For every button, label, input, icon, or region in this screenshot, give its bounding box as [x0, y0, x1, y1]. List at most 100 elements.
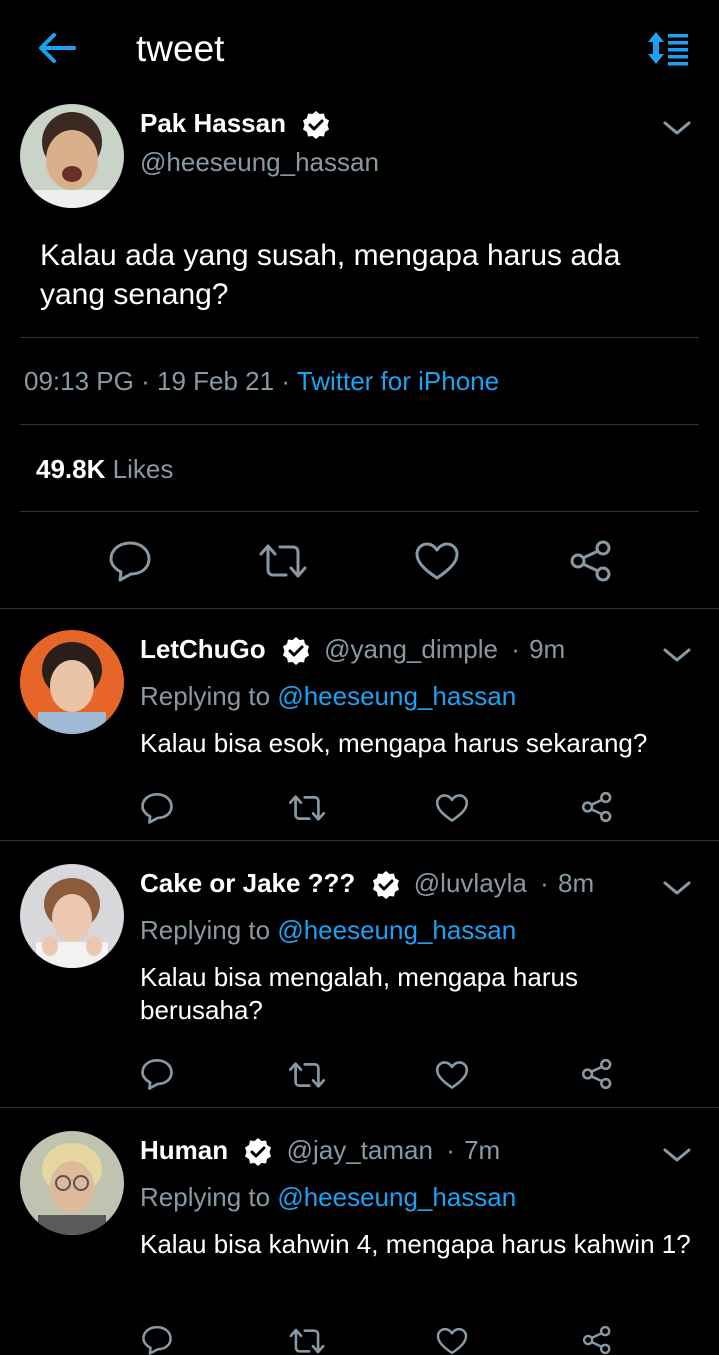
share-icon	[581, 791, 612, 823]
reply-header: Cake or Jake ??? @luvlayla · 8m	[140, 868, 594, 900]
share-icon	[581, 1058, 612, 1090]
reply-author-handle[interactable]: @luvlayla	[414, 868, 527, 898]
likes-label: Likes	[112, 454, 174, 484]
meta-separator: ·	[281, 366, 290, 396]
verified-badge-icon	[245, 1138, 272, 1167]
retweet-icon	[289, 1328, 325, 1354]
reply-text: Kalau bisa mengalah, mengapa harus berus…	[140, 962, 578, 1025]
reply-header: LetChuGo @yang_dimple · 9m	[140, 634, 565, 666]
author-name-text: Pak Hassan	[140, 108, 286, 138]
share-button[interactable]	[580, 1325, 614, 1355]
chevron-down-icon	[663, 648, 691, 662]
app-header: tweet	[0, 0, 719, 100]
divider	[0, 1107, 719, 1108]
tweet-text: Kalau ada yang susah, mengapa harus ada …	[40, 239, 621, 311]
replying-to: Replying to @heeseung_hassan	[140, 1182, 516, 1213]
divider	[20, 511, 699, 512]
tweet-time: 09:13 PG	[24, 366, 134, 396]
like-button[interactable]	[435, 793, 469, 828]
replying-to-mention[interactable]: @heeseung_hassan	[277, 1182, 516, 1212]
chevron-down-icon	[663, 881, 691, 895]
reply-avatar[interactable]	[20, 630, 124, 734]
replying-to-label: Replying to	[140, 915, 271, 945]
reply-text: Kalau bisa kahwin 4, mengapa harus kahwi…	[140, 1229, 691, 1259]
reply-author-handle[interactable]: @jay_taman	[287, 1135, 433, 1165]
reply-options-button[interactable]	[662, 878, 692, 898]
meta-separator: ·	[540, 868, 549, 898]
heart-icon	[435, 794, 469, 822]
chevron-down-icon	[663, 1148, 691, 1162]
arrow-left-icon	[39, 33, 76, 63]
share-icon	[570, 540, 611, 582]
reply-time: 7m	[464, 1135, 501, 1165]
reply-author-name[interactable]: Cake or Jake ???	[140, 868, 355, 898]
avatar-photo	[20, 104, 124, 208]
share-icon	[582, 1325, 611, 1355]
reply-author-name[interactable]: Human	[140, 1135, 228, 1165]
author-name[interactable]: Pak Hassan	[140, 108, 331, 140]
author-avatar[interactable]	[20, 104, 124, 208]
reply-options-button[interactable]	[662, 1145, 692, 1165]
avatar-photo	[20, 864, 124, 968]
share-button[interactable]	[580, 791, 614, 828]
retweet-icon	[259, 544, 307, 578]
reply-time: 8m	[558, 868, 595, 898]
reply-header: Human @jay_taman · 7m	[140, 1135, 500, 1167]
replying-to: Replying to @heeseung_hassan	[140, 681, 516, 712]
sort-list-icon	[648, 32, 688, 66]
author-handle[interactable]: @heeseung_hassan	[140, 147, 379, 178]
retweet-button[interactable]	[288, 1060, 326, 1095]
retweet-icon	[288, 1062, 326, 1088]
likes-count: 49.8K	[36, 454, 106, 484]
reply-icon	[141, 792, 173, 824]
sort-button[interactable]	[646, 30, 690, 66]
likes-stat[interactable]: 49.8K Likes	[36, 454, 173, 485]
reply-avatar[interactable]	[20, 1131, 124, 1235]
like-button[interactable]	[435, 1060, 469, 1095]
verified-badge-icon	[282, 637, 309, 666]
reply-avatar[interactable]	[20, 864, 124, 968]
heart-icon	[415, 542, 459, 580]
divider	[20, 337, 699, 338]
retweet-button[interactable]	[288, 1327, 326, 1355]
back-button[interactable]	[36, 30, 76, 66]
reply-button[interactable]	[140, 1325, 174, 1355]
meta-separator: ·	[446, 1135, 455, 1165]
divider	[0, 840, 719, 841]
retweet-button[interactable]	[258, 542, 308, 585]
meta-separator: ·	[511, 634, 520, 664]
reply-options-button[interactable]	[662, 645, 692, 665]
avatar-photo	[20, 1131, 124, 1235]
replying-to-mention[interactable]: @heeseung_hassan	[277, 915, 516, 945]
share-button[interactable]	[580, 1058, 614, 1095]
tweet-meta: 09:13 PG · 19 Feb 21 · Twitter for iPhon…	[24, 366, 499, 397]
reply-button[interactable]	[140, 792, 174, 829]
tweet-detail-screen: tweet Pak Hassan @heeseung_hassan Kalau …	[0, 0, 719, 1355]
reply-icon	[142, 1325, 172, 1355]
verified-badge-icon	[303, 111, 330, 140]
share-button[interactable]	[568, 539, 614, 588]
heart-icon	[436, 1327, 468, 1355]
like-button[interactable]	[414, 541, 460, 586]
tweet-options-button[interactable]	[662, 118, 692, 138]
reply-author-handle[interactable]: @yang_dimple	[324, 634, 498, 664]
reply-button[interactable]	[140, 1058, 174, 1095]
like-button[interactable]	[435, 1327, 469, 1355]
reply-author-name[interactable]: LetChuGo	[140, 634, 266, 664]
tweet-date: 19 Feb 21	[157, 366, 275, 396]
tweet-source-link[interactable]: Twitter for iPhone	[297, 366, 499, 396]
page-title: tweet	[136, 28, 225, 69]
divider	[0, 608, 719, 609]
replying-to: Replying to @heeseung_hassan	[140, 915, 516, 946]
chevron-down-icon	[663, 121, 691, 135]
reply-time: 9m	[529, 634, 566, 664]
meta-separator: ·	[141, 366, 150, 396]
retweet-icon	[288, 795, 326, 821]
heart-icon	[435, 1061, 469, 1089]
replying-to-mention[interactable]: @heeseung_hassan	[277, 681, 516, 711]
reply-button[interactable]	[108, 540, 152, 587]
retweet-button[interactable]	[288, 793, 326, 828]
reply-text: Kalau bisa esok, mengapa harus sekarang?	[140, 728, 648, 758]
divider	[20, 424, 699, 425]
replying-to-label: Replying to	[140, 1182, 271, 1212]
